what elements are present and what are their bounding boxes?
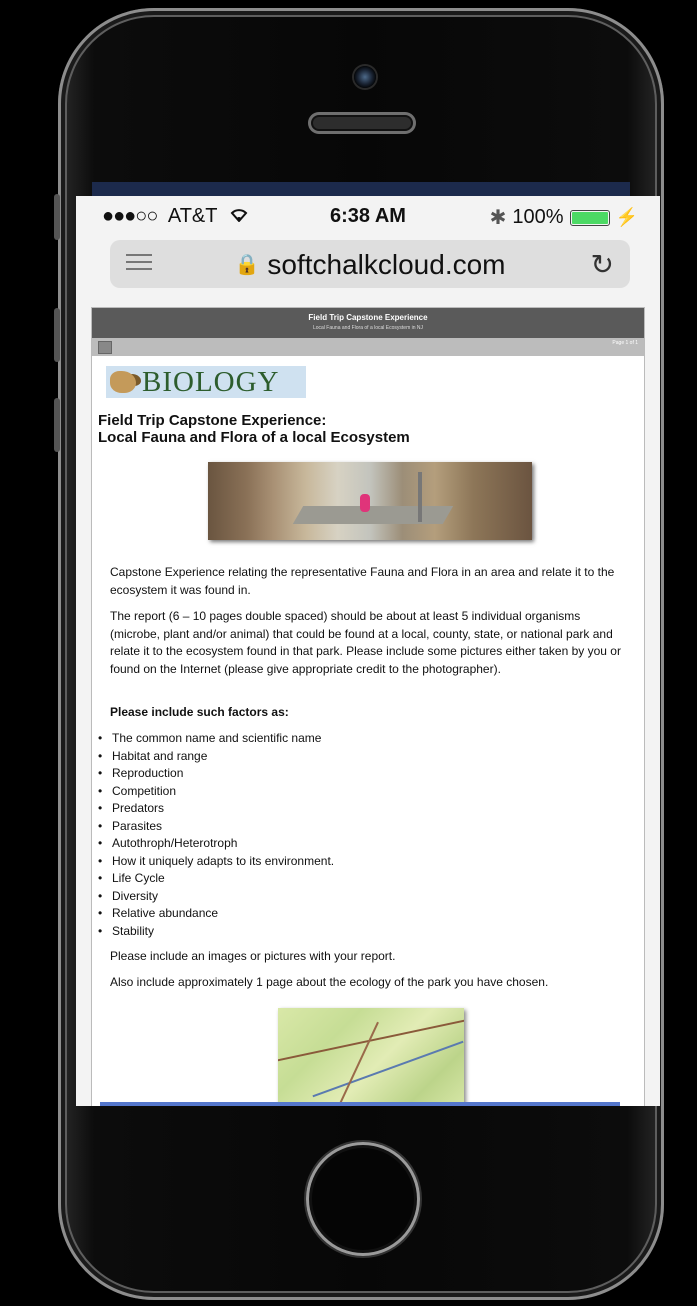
logo-text: BIOLOGY: [142, 365, 280, 398]
mute-switch: [54, 194, 60, 240]
list-item: The common name and scientific name: [98, 730, 598, 748]
battery-percent: 100%: [512, 206, 564, 228]
list-item: Predators: [98, 800, 598, 818]
volume-down-button: [54, 398, 60, 452]
list-item: Stability: [98, 923, 598, 941]
earpiece-speaker: [308, 112, 416, 134]
web-page: Field Trip Capstone Experience Local Fau…: [92, 308, 644, 1106]
intro-paragraph: Capstone Experience relating the represe…: [110, 565, 615, 597]
report-paragraph: The report (6 – 10 pages double spaced) …: [110, 609, 621, 676]
header-title: Field Trip Capstone Experience: [308, 313, 428, 322]
list-item: Diversity: [98, 888, 598, 906]
toolbar-menu-icon[interactable]: [98, 341, 112, 354]
biology-logo: BIOLOGY: [106, 366, 306, 398]
list-item: Habitat and range: [98, 748, 598, 766]
title-line-1: Field Trip Capstone Experience:: [98, 412, 327, 429]
home-button[interactable]: [306, 1142, 420, 1256]
list-item: Life Cycle: [98, 870, 598, 888]
charging-icon: ⚡: [615, 207, 638, 227]
ecology-paragraph: Also include approximately 1 page about …: [110, 975, 549, 989]
screen-bottom-strip: [100, 1102, 620, 1106]
list-item: Relative abundance: [98, 905, 598, 923]
phone-screen: ●●●○○ AT&T 6:38 AM ✱ 100% ⚡ 🔒 softchalkcl…: [76, 196, 660, 1106]
list-item: Competition: [98, 783, 598, 801]
url-field[interactable]: 🔒 softchalkcloud.com: [110, 249, 630, 281]
list-item: How it uniquely adapts to its environmen…: [98, 853, 598, 871]
reload-icon[interactable]: ↻: [591, 248, 614, 281]
page-toolbar: Page 1 of 1: [92, 338, 644, 356]
factors-heading: Please include such factors as:: [110, 705, 289, 719]
front-camera: [354, 66, 376, 88]
battery-fill: [571, 211, 608, 224]
page-header: Field Trip Capstone Experience Local Fau…: [92, 308, 644, 338]
bluetooth-icon: ✱: [489, 207, 507, 229]
title-line-2: Local Fauna and Flora of a local Ecosyst…: [98, 429, 410, 446]
turtle-icon: [110, 371, 136, 393]
boardwalk-photo: [208, 462, 532, 540]
park-map-image: [278, 1008, 464, 1106]
address-bar[interactable]: 🔒 softchalkcloud.com ↻: [110, 240, 630, 288]
lock-icon: 🔒: [234, 254, 260, 276]
factors-list: The common name and scientific name Habi…: [98, 730, 598, 940]
battery-icon: [569, 209, 610, 226]
page-indicator: Page 1 of 1: [612, 340, 638, 346]
list-item: Autothroph/Heterotroph: [98, 835, 598, 853]
header-subtitle: Local Fauna and Flora of a local Ecosyst…: [312, 325, 424, 331]
url-text: softchalkcloud.com: [267, 249, 506, 280]
page-title: Field Trip Capstone Experience: Local Fa…: [98, 412, 638, 446]
list-item: Parasites: [98, 818, 598, 836]
volume-up-button: [54, 308, 60, 362]
status-bar: ●●●○○ AT&T 6:38 AM ✱ 100% ⚡: [76, 196, 660, 234]
pictures-paragraph: Please include an images or pictures wit…: [110, 949, 396, 963]
list-item: Reproduction: [98, 765, 598, 783]
